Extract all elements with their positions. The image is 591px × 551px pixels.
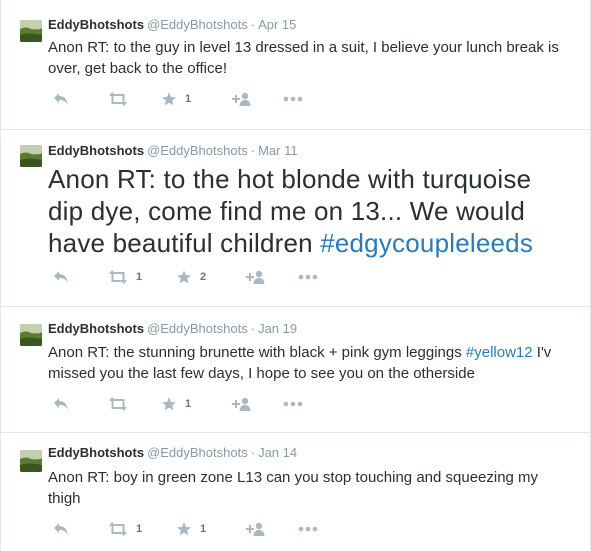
retweet-button[interactable]: 1 [108,520,142,538]
follow-icon [245,269,265,285]
reply-button[interactable] [53,268,69,286]
timestamp[interactable]: Mar 11 [258,143,298,158]
separator-dot: · [250,17,256,32]
follow-icon [231,396,251,412]
display-name[interactable]: EddyBhotshots [48,445,144,460]
tweet-card[interactable]: EddyBhotshots @EddyBhotshots · Jan 14 Anon … [1,433,590,551]
follow-button[interactable] [245,268,265,286]
tweet-card[interactable]: EddyBhotshots @EddyBhotshots · Jan 19 Anon … [1,307,590,433]
reply-icon [53,397,69,411]
username[interactable]: @EddyBhotshots [147,143,248,158]
avatar[interactable] [20,20,42,42]
favorite-button[interactable]: 1 [161,395,191,413]
favorite-star-icon [176,521,192,537]
reply-icon [53,522,69,536]
display-name[interactable]: EddyBhotshots [48,17,144,32]
avatar[interactable] [20,145,42,167]
more-button[interactable] [298,520,318,538]
separator-dot: · [250,143,256,158]
separator-dot: · [250,321,256,336]
timestamp[interactable]: Apr 15 [258,17,296,32]
retweet-button[interactable] [108,90,136,108]
reply-button[interactable] [53,520,69,538]
follow-icon [231,91,251,107]
tweet-text: Anon RT: to the hot blonde with turquois… [48,163,548,259]
username[interactable]: @EddyBhotshots [147,445,248,460]
tweet-card[interactable]: EddyBhotshots @EddyBhotshots · Apr 15 Anon … [1,0,590,130]
tweet-text: Anon RT: the stunning brunette with blac… [48,342,568,384]
tweet-header: EddyBhotshots @EddyBhotshots · Jan 19 [48,321,297,337]
favorite-button[interactable]: 1 [176,520,206,538]
more-icon [298,274,318,280]
tweet-card[interactable]: EddyBhotshots @EddyBhotshots · Mar 11 Anon … [1,130,590,307]
retweet-count: 1 [136,523,143,535]
avatar[interactable] [20,450,42,472]
tweet-actions: 1 1 [48,520,348,538]
retweet-icon [108,92,128,106]
more-button[interactable] [283,90,303,108]
favorite-count: 2 [200,271,207,283]
more-icon [283,96,303,102]
tweet-header: EddyBhotshots @EddyBhotshots · Jan 14 [48,445,297,461]
avatar[interactable] [20,324,42,346]
follow-button[interactable] [245,520,265,538]
username[interactable]: @EddyBhotshots [147,17,248,32]
reply-icon [53,92,69,106]
display-name[interactable]: EddyBhotshots [48,143,144,158]
hashtag-link[interactable]: #edgycoupleleeds [320,228,533,258]
reply-icon [53,270,69,284]
retweet-icon [108,522,128,536]
tweet-header: EddyBhotshots @EddyBhotshots · Apr 15 [48,17,296,33]
favorite-star-icon [161,91,177,107]
tweet-actions: 1 [48,395,348,413]
tweet-text: Anon RT: to the guy in level 13 dressed … [48,39,559,77]
tweet-text: Anon RT: boy in green zone L13 can you s… [48,469,539,507]
retweet-icon [108,270,128,284]
timestamp[interactable]: Jan 19 [258,321,297,336]
username[interactable]: @EddyBhotshots [147,321,248,336]
follow-icon [245,521,265,537]
more-button[interactable] [283,395,303,413]
reply-button[interactable] [53,395,69,413]
favorite-button[interactable]: 1 [161,90,191,108]
more-button[interactable] [298,268,318,286]
reply-button[interactable] [53,90,69,108]
more-icon [298,526,318,532]
retweet-button[interactable]: 1 [108,268,142,286]
tweet-timeline: EddyBhotshots @EddyBhotshots · Apr 15 Anon … [0,0,591,551]
favorite-button[interactable]: 2 [176,268,206,286]
favorite-star-icon [176,269,192,285]
retweet-button[interactable] [108,395,136,413]
tweet-actions: 1 2 [48,268,348,286]
retweet-count: 1 [136,271,143,283]
favorite-count: 1 [185,93,192,105]
tweet-actions: 1 [48,90,348,108]
display-name[interactable]: EddyBhotshots [48,321,144,336]
timestamp[interactable]: Jan 14 [258,445,297,460]
hashtag-link[interactable]: #yellow12 [466,344,533,361]
favorite-star-icon [161,396,177,412]
separator-dot: · [250,445,256,460]
favorite-count: 1 [185,398,192,410]
tweet-header: EddyBhotshots @EddyBhotshots · Mar 11 [48,143,298,159]
follow-button[interactable] [231,90,251,108]
favorite-count: 1 [200,523,207,535]
more-icon [283,401,303,407]
tweet-text-before: Anon RT: the stunning brunette with blac… [48,344,466,361]
retweet-icon [108,397,128,411]
follow-button[interactable] [231,395,251,413]
